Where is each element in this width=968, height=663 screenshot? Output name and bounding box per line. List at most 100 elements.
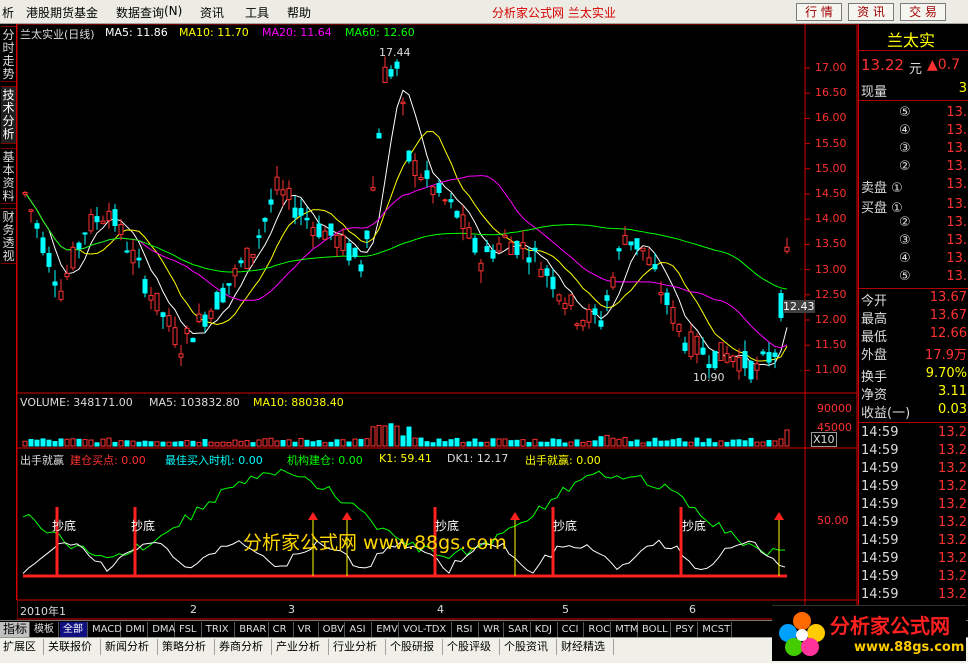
tick-row[interactable]: 14:59 13.2	[859, 461, 968, 478]
indicator-tab-wr[interactable]: WR	[480, 622, 504, 637]
volume-bar	[280, 439, 286, 447]
volume-bar	[742, 440, 748, 447]
flower-logo-icon	[779, 612, 825, 656]
indicator-tab-dma[interactable]: DMA	[149, 622, 175, 637]
menu-item-tools[interactable]: 工具	[245, 4, 269, 21]
indicator-tab-asi[interactable]: ASI	[346, 622, 373, 637]
stock-name: 兰太实	[887, 31, 936, 50]
feature-tab[interactable]: 扩展区	[0, 639, 44, 655]
price-axis-label: 15.00	[815, 161, 847, 175]
candle-body	[556, 294, 562, 302]
indicator-tab-fsl[interactable]: FSL	[176, 622, 202, 637]
volume-bar	[652, 437, 658, 447]
ma20-legend: MA20: 11.64	[262, 26, 332, 39]
tab-intraday[interactable]: 分时走势	[1, 26, 16, 82]
indicator-tab-obv[interactable]: OBV	[320, 622, 346, 637]
volume-bar	[178, 441, 184, 447]
candle-body	[766, 352, 772, 363]
indicator-tab-指标[interactable]: 指标	[0, 622, 30, 637]
indicator-tab-dmi[interactable]: DMI	[122, 622, 149, 637]
menu-item-hk-futures[interactable]: 港股期货基金	[26, 4, 98, 21]
volume-bar	[364, 438, 370, 447]
indicator-tab-vol-tdx[interactable]: VOL-TDX	[400, 622, 453, 637]
indicator-tab-trix[interactable]: TRIX	[203, 622, 236, 637]
feature-tab[interactable]: 关联报价	[45, 639, 101, 655]
feature-tab[interactable]: 行业分析	[330, 639, 386, 655]
volume-bar	[610, 437, 616, 447]
tick-row[interactable]: 14:59 13.2	[859, 533, 968, 550]
indicator-tab-mtm[interactable]: MTM	[612, 622, 639, 637]
volume-bar	[526, 442, 532, 447]
tab-profile[interactable]: 基本资料	[1, 148, 16, 204]
candle-body	[580, 320, 586, 327]
menu-item-analysis[interactable]: 析	[2, 4, 14, 21]
volume-bar	[604, 434, 610, 447]
feature-tab[interactable]: 财经精选	[558, 639, 614, 655]
volume-bar	[226, 442, 232, 447]
volume-bar	[646, 441, 652, 447]
quote-button[interactable]: 行 情	[796, 3, 842, 21]
tab-finance[interactable]: 财务透视	[1, 208, 16, 264]
menu-item-help[interactable]: 帮助	[287, 4, 311, 21]
volume-bar	[142, 440, 148, 447]
tick-row[interactable]: 14:59 13.2	[859, 497, 968, 514]
feature-tab[interactable]: 券商分析	[216, 639, 272, 655]
candle-body	[664, 292, 670, 306]
sell-row: ② 13.	[859, 159, 968, 176]
candle-body	[40, 237, 46, 254]
trade-button[interactable]: 交 易	[900, 3, 946, 21]
volume-bar	[328, 441, 334, 447]
candle-body	[250, 253, 256, 258]
tick-row[interactable]: 14:59 13.2	[859, 479, 968, 496]
tick-row[interactable]: 14:59 13.2	[859, 569, 968, 586]
candle-body	[322, 230, 328, 240]
indicator-tab-模板[interactable]: 模板	[31, 622, 59, 637]
menu-item-data-query-hotkey[interactable]: (N)	[164, 4, 182, 18]
menu-item-data-query[interactable]: 数据查询	[116, 4, 164, 21]
tick-row[interactable]: 14:59 13.2	[859, 551, 968, 568]
kline-chart-area[interactable]: 兰太实业(日线) MA5: 11.86 MA10: 11.70 MA20: 11…	[16, 23, 858, 620]
feature-tab[interactable]: 策略分析	[159, 639, 215, 655]
tab-technical[interactable]: 技术分析	[1, 86, 16, 144]
indicator-tab-psy[interactable]: PSY	[672, 622, 699, 637]
tick-row[interactable]: 14:59 13.2	[859, 443, 968, 460]
candle-body	[514, 240, 520, 255]
indicator-tab-kdj[interactable]: KDJ	[532, 622, 558, 637]
tick-row[interactable]: 14:59 13.2	[859, 587, 968, 604]
feature-tab[interactable]: 新闻分析	[102, 639, 158, 655]
feature-tab[interactable]: 个股研报	[387, 639, 443, 655]
indicator-tab-全部[interactable]: 全部	[60, 622, 88, 637]
tick-row[interactable]: 14:59 13.2	[859, 515, 968, 532]
indicator-tab-vr[interactable]: VR	[295, 622, 319, 637]
indicator-tab-cci[interactable]: CCI	[559, 622, 585, 637]
volume-bar	[358, 438, 364, 447]
indicator-tab-roc[interactable]: ROC	[585, 622, 612, 637]
candle-body	[748, 360, 754, 380]
tick-row[interactable]: 14:59 13.2	[859, 425, 968, 442]
indicator-tab-rsi[interactable]: RSI	[453, 622, 479, 637]
candle-body	[94, 216, 100, 223]
feature-tab[interactable]: 产业分析	[273, 639, 329, 655]
sell-level-label: 卖盘 ①	[861, 181, 903, 196]
tick-time: 14:59	[861, 461, 899, 476]
low-price-label: 10.90	[693, 371, 725, 384]
indicator-tab-macd[interactable]: MACD	[89, 622, 122, 637]
news-button[interactable]: 资 讯	[848, 3, 894, 21]
indicator-tab-cr[interactable]: CR	[270, 622, 294, 637]
indicator-tab-mcst[interactable]: MCST	[699, 622, 732, 637]
indicator-tab-brar[interactable]: BRAR	[236, 622, 269, 637]
indicator-tab-boll[interactable]: BOLL	[639, 622, 672, 637]
candle-body	[586, 308, 592, 323]
menu-item-news[interactable]: 资讯	[200, 4, 224, 21]
feature-tab[interactable]: 个股评级	[444, 639, 500, 655]
candle-body	[238, 260, 244, 264]
indicator-tab-sar[interactable]: SAR	[505, 622, 531, 637]
feature-tab[interactable]: 个股资讯	[501, 639, 557, 655]
candle-body	[394, 61, 400, 69]
volume-bar	[244, 439, 250, 447]
stat-value: 0.03	[938, 402, 967, 417]
candle-body	[574, 323, 580, 327]
indicator-tab-emv[interactable]: EMV	[373, 622, 399, 637]
candle-body	[430, 186, 436, 196]
candle-body	[64, 272, 70, 278]
